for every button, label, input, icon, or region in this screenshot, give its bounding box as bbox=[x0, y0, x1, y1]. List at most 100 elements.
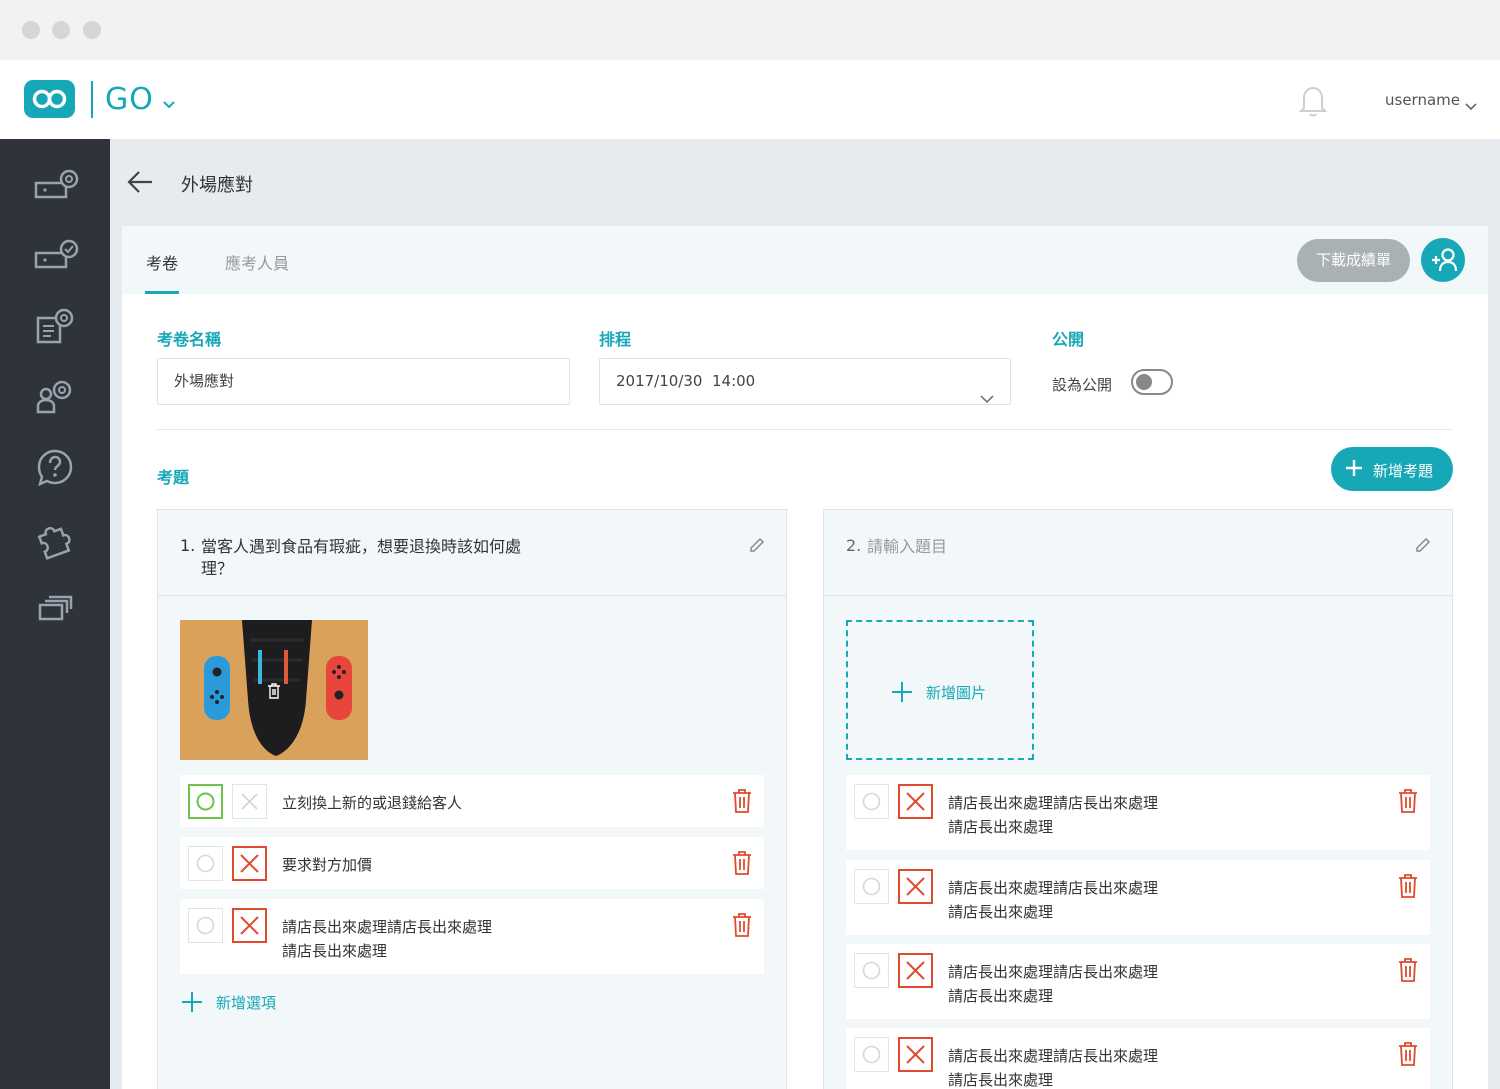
trash-icon[interactable] bbox=[1398, 789, 1418, 817]
plus-icon bbox=[1345, 459, 1363, 481]
pencil-icon[interactable] bbox=[1414, 536, 1432, 558]
mark-correct-button[interactable] bbox=[854, 784, 889, 819]
circle-icon bbox=[862, 961, 881, 980]
trash-icon[interactable] bbox=[1398, 874, 1418, 902]
trash-icon[interactable] bbox=[1398, 958, 1418, 986]
document-settings-icon[interactable] bbox=[34, 306, 80, 346]
layers-icon[interactable] bbox=[34, 589, 80, 629]
questions-section-label: 考題 bbox=[157, 468, 190, 487]
plugin-icon[interactable] bbox=[34, 520, 80, 560]
username-menu[interactable]: username bbox=[1385, 91, 1460, 109]
mark-wrong-button[interactable] bbox=[232, 908, 267, 943]
circle-icon bbox=[196, 916, 215, 935]
app-name[interactable]: GO bbox=[105, 82, 154, 118]
trash-icon[interactable] bbox=[732, 851, 752, 879]
mark-correct-button[interactable] bbox=[854, 1037, 889, 1072]
option-row: 立刻換上新的或退錢給客人 bbox=[180, 775, 764, 827]
question-number: 1. bbox=[180, 536, 196, 555]
pencil-icon[interactable] bbox=[748, 536, 766, 558]
chevron-down-icon bbox=[980, 377, 994, 422]
option-row: 請店長出來處理請店長出來處理請店長出來處理 bbox=[846, 1028, 1430, 1089]
mark-wrong-button[interactable] bbox=[898, 1037, 933, 1072]
device-check-icon[interactable] bbox=[34, 235, 80, 275]
mark-correct-button[interactable] bbox=[854, 953, 889, 988]
exam-name-label: 考卷名稱 bbox=[157, 330, 222, 349]
trash-icon[interactable] bbox=[1398, 1042, 1418, 1070]
x-icon bbox=[240, 854, 259, 873]
device-settings-icon[interactable] bbox=[34, 165, 80, 205]
user-settings-icon[interactable] bbox=[34, 376, 80, 416]
question-card: 1. 當客人遇到食品有瑕疵，想要退換時該如何處理？ 立刻換上新的或退錢給客人 要… bbox=[157, 509, 787, 1089]
mark-wrong-button[interactable] bbox=[232, 846, 267, 881]
plus-icon bbox=[182, 992, 202, 1012]
trash-icon[interactable] bbox=[266, 682, 282, 699]
option-text: 請店長出來處理請店長出來處理請店長出來處理 bbox=[948, 1047, 1159, 1089]
question-text-input[interactable]: 請輸入題目 bbox=[867, 536, 1207, 558]
download-report-button[interactable]: 下載成績單 bbox=[1297, 239, 1410, 282]
divider bbox=[157, 429, 1453, 430]
mark-correct-button[interactable] bbox=[188, 908, 223, 943]
question-header: 2. 請輸入題目 bbox=[824, 510, 1452, 596]
add-question-label: 新增考題 bbox=[1373, 462, 1434, 480]
window-titlebar bbox=[0, 0, 1500, 60]
mark-wrong-button[interactable] bbox=[898, 784, 933, 819]
option-row: 請店長出來處理請店長出來處理請店長出來處理 bbox=[846, 775, 1430, 850]
option-text: 請店長出來處理請店長出來處理請店長出來處理 bbox=[948, 794, 1159, 836]
mark-wrong-button[interactable] bbox=[898, 953, 933, 988]
add-option-button[interactable]: 新增選項 bbox=[180, 990, 276, 1018]
exam-card: 考卷 應考人員 下載成績單 考卷名稱 外場應對 排程 2017/10/30 14… bbox=[122, 226, 1488, 1089]
trash-icon[interactable] bbox=[732, 913, 752, 941]
x-icon bbox=[241, 793, 258, 810]
tab-bar: 考卷 應考人員 下載成績單 bbox=[122, 226, 1488, 294]
mark-wrong-button[interactable] bbox=[898, 869, 933, 904]
x-icon bbox=[906, 792, 925, 811]
sidebar bbox=[0, 139, 110, 1089]
window-minimize-dot[interactable] bbox=[52, 21, 70, 39]
question-text: 當客人遇到食品有瑕疵，想要退換時該如何處理？ bbox=[201, 537, 522, 578]
active-tab-indicator bbox=[145, 291, 179, 294]
question-image[interactable] bbox=[180, 620, 368, 760]
mark-wrong-button[interactable] bbox=[232, 784, 267, 819]
logo-icon[interactable] bbox=[24, 80, 75, 118]
toggle-knob bbox=[1136, 374, 1152, 390]
x-icon bbox=[906, 961, 925, 980]
public-label: 公開 bbox=[1052, 330, 1085, 349]
add-examinee-button[interactable] bbox=[1421, 238, 1465, 282]
chevron-down-icon[interactable] bbox=[162, 95, 176, 114]
page-header: 外場應對 bbox=[110, 139, 1500, 226]
question-header: 1. 當客人遇到食品有瑕疵，想要退換時該如何處理？ bbox=[158, 510, 786, 596]
mark-correct-button[interactable] bbox=[188, 846, 223, 881]
back-arrow-icon[interactable] bbox=[126, 169, 154, 199]
exam-name-input[interactable]: 外場應對 bbox=[157, 358, 570, 405]
add-user-icon bbox=[1432, 248, 1458, 272]
option-row: 請店長出來處理請店長出來處理請店長出來處理 bbox=[180, 899, 764, 974]
trash-icon[interactable] bbox=[732, 789, 752, 817]
circle-icon bbox=[862, 1045, 881, 1064]
add-question-button[interactable]: 新增考題 bbox=[1331, 447, 1453, 491]
plus-icon bbox=[890, 680, 914, 708]
tab-exam[interactable]: 考卷 bbox=[146, 250, 178, 274]
window-close-dot[interactable] bbox=[22, 21, 40, 39]
public-toggle-label: 設為公開 bbox=[1052, 376, 1113, 394]
schedule-label: 排程 bbox=[599, 330, 632, 349]
schedule-value: 2017/10/30 14:00 bbox=[616, 372, 756, 390]
window-zoom-dot[interactable] bbox=[83, 21, 101, 39]
circle-icon bbox=[862, 877, 881, 896]
question-card: 2. 請輸入題目 新增圖片 請店長出來處理請店長出來處理請店長出來處理 請店長出… bbox=[823, 509, 1453, 1089]
add-option-label: 新增選項 bbox=[216, 994, 277, 1012]
option-text: 請店長出來處理請店長出來處理請店長出來處理 bbox=[282, 918, 493, 960]
chevron-down-icon[interactable] bbox=[1465, 96, 1477, 115]
option-text: 要求對方加價 bbox=[282, 856, 373, 874]
bell-icon[interactable] bbox=[1298, 84, 1328, 122]
option-row: 要求對方加價 bbox=[180, 837, 764, 889]
mark-correct-button[interactable] bbox=[188, 784, 223, 819]
schedule-select[interactable]: 2017/10/30 14:00 bbox=[599, 358, 1011, 405]
public-toggle[interactable] bbox=[1131, 369, 1173, 395]
add-image-button[interactable]: 新增圖片 bbox=[846, 620, 1034, 760]
option-row: 請店長出來處理請店長出來處理請店長出來處理 bbox=[846, 860, 1430, 935]
option-text: 立刻換上新的或退錢給客人 bbox=[282, 794, 463, 812]
option-row: 請店長出來處理請店長出來處理請店長出來處理 bbox=[846, 944, 1430, 1019]
help-icon[interactable] bbox=[34, 448, 80, 488]
tab-examinees[interactable]: 應考人員 bbox=[225, 250, 289, 274]
mark-correct-button[interactable] bbox=[854, 869, 889, 904]
